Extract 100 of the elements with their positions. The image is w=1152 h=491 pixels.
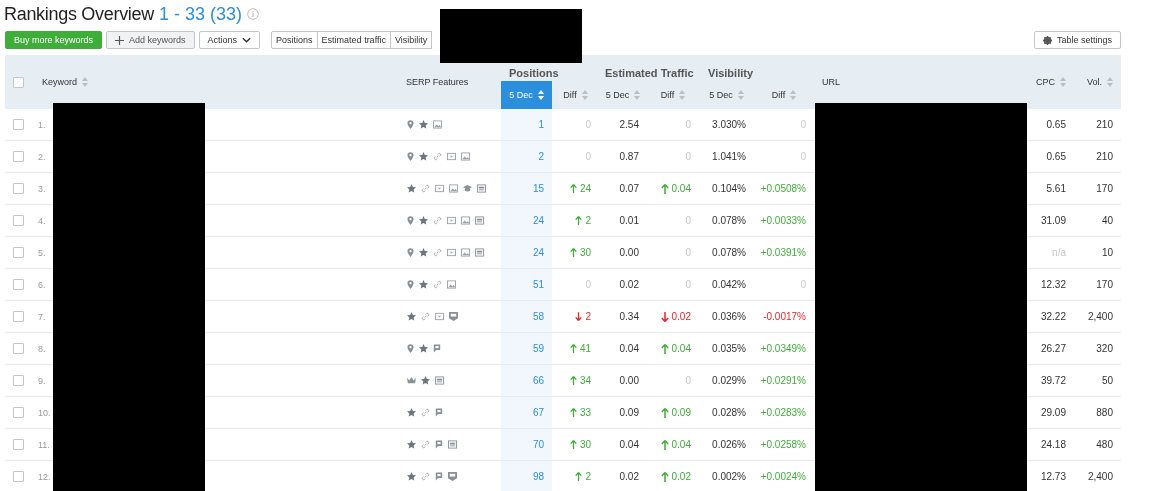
position-diff: 24 <box>569 183 591 194</box>
image-icon <box>461 248 470 257</box>
row-number: 3. <box>37 183 46 194</box>
column-header[interactable]: CPC <box>1036 77 1055 87</box>
visibility-value: 0.026% <box>712 439 746 450</box>
sort-column-header[interactable]: Diff <box>552 81 599 109</box>
row-number: 1. <box>37 119 46 130</box>
traffic-diff: 0.09 <box>660 407 691 418</box>
link-icon <box>433 280 442 289</box>
panel-icon <box>449 312 458 321</box>
traffic-diff: 0.04 <box>660 183 691 194</box>
star-icon <box>419 280 428 289</box>
arrow-up-icon <box>660 471 669 482</box>
column-header[interactable]: Keyword <box>42 77 77 87</box>
info-icon[interactable] <box>247 8 259 20</box>
traffic-diff: 0.04 <box>660 343 691 354</box>
image-icon <box>447 280 456 289</box>
link-icon <box>421 184 430 193</box>
row-checkbox[interactable] <box>13 471 24 482</box>
traffic-value: 0.01 <box>619 215 639 226</box>
visibility-diff: +0.0033% <box>760 215 806 226</box>
traffic-value: 0.00 <box>619 247 639 258</box>
volume-value: 170 <box>1096 183 1113 194</box>
row-checkbox[interactable] <box>13 375 24 386</box>
sort-icon <box>679 90 686 100</box>
row-checkbox[interactable] <box>13 343 24 354</box>
volume-value: 40 <box>1101 215 1113 226</box>
cpc-value: 24.18 <box>1040 439 1066 450</box>
row-number: 9. <box>37 375 46 386</box>
sort-icon[interactable] <box>1107 77 1113 87</box>
visibility-value: 3.030% <box>712 119 746 130</box>
traffic-diff: 0.04 <box>660 439 691 450</box>
sort-icon[interactable] <box>82 77 88 87</box>
visibility-value: 0.028% <box>712 407 746 418</box>
cpc-value: 29.09 <box>1040 407 1066 418</box>
sort-icon <box>581 90 588 100</box>
star-icon <box>419 248 428 257</box>
select-all-checkbox[interactable] <box>13 76 24 88</box>
row-checkbox[interactable] <box>13 279 24 290</box>
visibility-diff: +0.0283% <box>760 407 806 418</box>
video-icon <box>435 184 444 193</box>
sort-icon <box>634 90 641 100</box>
view-tab[interactable]: Estimated traffic <box>316 31 391 49</box>
speech-bubble-icon <box>435 440 443 449</box>
table-settings-button[interactable]: Table settings <box>1033 31 1121 49</box>
arrow-up-icon <box>569 376 577 385</box>
add-keywords-button[interactable]: Add keywords <box>106 31 195 49</box>
link-icon <box>433 152 442 161</box>
visibility-diff: +0.0349% <box>760 343 806 354</box>
sort-column-header[interactable]: 5 Dec <box>599 81 647 109</box>
volume-value: 50 <box>1101 375 1113 386</box>
row-checkbox[interactable] <box>13 183 24 194</box>
image-icon <box>461 152 470 161</box>
traffic-value: 0.07 <box>619 183 639 194</box>
actions-dropdown[interactable]: Actions <box>198 31 261 49</box>
star-icon <box>419 120 428 129</box>
row-checkbox[interactable] <box>13 247 24 258</box>
newspaper-icon <box>475 248 484 257</box>
row-checkbox[interactable] <box>13 151 24 162</box>
visibility-value: 1.041% <box>712 151 746 162</box>
cpc-value: 0.65 <box>1046 119 1066 130</box>
volume-value: 170 <box>1096 279 1113 290</box>
traffic-value: 0.04 <box>619 439 639 450</box>
sort-column-header[interactable]: Diff <box>647 81 699 109</box>
sort-icon[interactable] <box>1060 77 1066 87</box>
volume-value: 2,400 <box>1087 471 1113 482</box>
row-number: 11. <box>37 439 50 450</box>
volume-value: 480 <box>1096 439 1113 450</box>
row-number: 7. <box>37 311 46 322</box>
caret-icon <box>242 37 252 43</box>
row-checkbox[interactable] <box>13 439 24 450</box>
visibility-diff: +0.0258% <box>760 439 806 450</box>
visibility-value: 0.104% <box>712 183 746 194</box>
traffic-diff: 0.02 <box>660 311 691 322</box>
video-icon <box>447 248 456 257</box>
view-tab[interactable]: Visibility <box>389 31 433 49</box>
sort-column-header[interactable]: Diff <box>754 81 814 109</box>
visibility-value: 0.036% <box>712 311 746 322</box>
arrow-up-icon <box>575 472 583 481</box>
column-header: SERP Features <box>406 77 469 87</box>
arrow-up-icon <box>569 440 577 449</box>
row-checkbox[interactable] <box>13 311 24 322</box>
sort-column-header[interactable]: 5 Dec <box>699 81 754 109</box>
cpc-value: 0.65 <box>1046 151 1066 162</box>
video-icon <box>447 152 456 161</box>
visibility-value: 0.078% <box>712 247 746 258</box>
row-checkbox[interactable] <box>13 215 24 226</box>
pin-icon <box>407 152 414 161</box>
newspaper-icon <box>477 184 486 193</box>
star-icon <box>407 408 416 417</box>
row-number: 6. <box>37 279 46 290</box>
view-tab[interactable]: Positions <box>271 31 318 49</box>
visibility-value: 0.078% <box>712 215 746 226</box>
row-checkbox[interactable] <box>13 407 24 418</box>
cpc-value: 12.73 <box>1040 471 1066 482</box>
column-header[interactable]: Vol. <box>1087 77 1102 87</box>
pin-icon <box>407 216 414 225</box>
position-diff: 2 <box>575 215 591 226</box>
row-checkbox[interactable] <box>13 119 24 130</box>
video-icon <box>447 216 456 225</box>
